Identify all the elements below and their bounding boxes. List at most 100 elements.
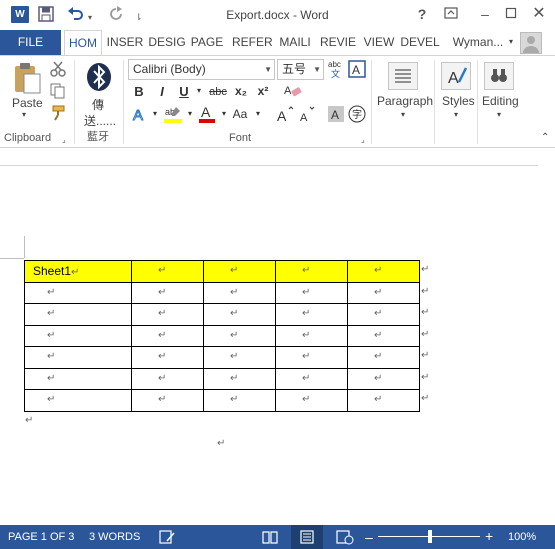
bluetooth-icon[interactable] — [85, 62, 113, 95]
document-area[interactable]: Sheet1↵ ↵ ↵ ↵ ↵ ↵ ↵ ↵ ↵ ↵ ↵ ↵ ↵ ↵ ↵ ↵ ↵ ↵ ↵ ↵ ↵ ↵ ↵ ↵ ↵ ↵ ↵ ↵ ↵ ↵ ↵ ↵ ↵ ↵… — [0, 148, 555, 525]
shrink-font-icon[interactable]: A — [298, 106, 316, 125]
tab-developer[interactable]: DEVEL — [400, 30, 440, 55]
table-cell[interactable]: ↵ — [275, 281, 348, 304]
paste-dropdown-icon[interactable]: ▾ — [22, 110, 26, 119]
character-shading-icon[interactable]: A — [328, 106, 344, 125]
paragraph-icon[interactable] — [388, 62, 418, 93]
page-count[interactable]: PAGE 1 OF 3 — [8, 531, 74, 543]
clear-formatting-icon[interactable]: A — [284, 83, 302, 102]
minimize-button[interactable]: – — [474, 5, 496, 23]
change-case-button[interactable]: Aa — [230, 107, 250, 121]
bluetooth-send-label-1[interactable]: 傳 — [92, 96, 104, 113]
format-painter-icon[interactable] — [50, 105, 66, 124]
table-cell[interactable]: ↵ — [347, 346, 420, 369]
table-cell[interactable]: ↵ — [203, 389, 276, 412]
paragraph-dropdown-icon[interactable]: ▾ — [401, 110, 405, 119]
table-cell[interactable]: ↵ — [131, 260, 204, 283]
table-cell[interactable]: ↵ — [275, 346, 348, 369]
table-cell[interactable]: ↵ — [203, 281, 276, 304]
styles-button[interactable]: Styles — [442, 94, 475, 108]
table-cell[interactable]: ↵ — [347, 389, 420, 412]
user-name[interactable]: Wyman... — [450, 30, 506, 55]
subscript-button[interactable]: x₂ — [233, 84, 249, 98]
table-cell[interactable]: ↵ — [24, 389, 132, 412]
vertical-scrollbar[interactable] — [538, 148, 555, 525]
print-layout-button[interactable] — [291, 525, 323, 549]
tab-view[interactable]: VIEW — [363, 30, 395, 55]
underline-button[interactable]: U — [176, 84, 192, 99]
superscript-button[interactable]: x² — [255, 84, 271, 98]
read-mode-icon[interactable] — [262, 529, 278, 548]
highlight-icon[interactable]: ab — [163, 104, 183, 127]
font-size-combo[interactable]: 五号 ▼ — [277, 59, 324, 80]
proofing-icon[interactable] — [159, 529, 175, 548]
tab-references[interactable]: REFER — [232, 30, 273, 55]
tab-design[interactable]: DESIG — [147, 30, 187, 55]
paragraph-button[interactable]: Paragraph — [377, 94, 433, 108]
tab-insert[interactable]: INSER — [106, 30, 144, 55]
table-cell[interactable]: ↵ — [347, 303, 420, 326]
zoom-in-button[interactable]: + — [485, 528, 493, 544]
font-name-combo[interactable]: Calibri (Body) ▼ — [128, 59, 275, 80]
table-cell[interactable]: ↵ — [203, 303, 276, 326]
table-cell[interactable]: ↵ — [347, 367, 420, 390]
table-cell[interactable]: ↵ — [203, 324, 276, 347]
font-launcher-icon[interactable]: ⌟ — [361, 135, 365, 144]
editing-button[interactable]: Editing — [482, 94, 519, 108]
table-cell[interactable]: ↵ — [131, 367, 204, 390]
table-cell[interactable]: ↵ — [24, 367, 132, 390]
table-cell[interactable]: ↵ — [203, 346, 276, 369]
collapse-ribbon-icon[interactable]: ⌃ — [541, 132, 549, 143]
table-cell[interactable]: ↵ — [203, 367, 276, 390]
table-cell[interactable]: ↵ — [275, 260, 348, 283]
styles-dropdown-icon[interactable]: ▾ — [454, 110, 458, 119]
table-cell[interactable]: Sheet1↵ — [24, 260, 132, 283]
tab-page[interactable]: PAGE — [189, 30, 225, 55]
avatar[interactable] — [520, 32, 542, 54]
character-border-icon[interactable]: A — [348, 60, 366, 81]
styles-icon[interactable]: A — [441, 62, 471, 93]
italic-button[interactable]: I — [154, 84, 170, 99]
table-cell[interactable]: ↵ — [131, 281, 204, 304]
table-cell[interactable]: ↵ — [24, 346, 132, 369]
table-cell[interactable]: ↵ — [24, 281, 132, 304]
clipboard-launcher-icon[interactable]: ⌟ — [62, 135, 66, 144]
phonetic-guide-icon[interactable]: abc 文 — [327, 58, 345, 81]
zoom-level[interactable]: 100% — [508, 531, 536, 543]
zoom-slider-thumb[interactable] — [428, 530, 432, 543]
table-cell[interactable]: ↵ — [275, 367, 348, 390]
grow-font-icon[interactable]: A — [276, 106, 294, 125]
table-cell[interactable]: ↵ — [131, 389, 204, 412]
table-cell[interactable]: ↵ — [24, 324, 132, 347]
user-dropdown-icon[interactable]: ▾ — [506, 30, 516, 55]
close-button[interactable]: ✕ — [528, 5, 550, 23]
chevron-down-icon[interactable]: ▼ — [313, 60, 321, 79]
web-layout-icon[interactable] — [336, 529, 354, 548]
highlight-dropdown-icon[interactable]: ▾ — [182, 109, 198, 118]
table-cell[interactable]: ↵ — [203, 260, 276, 283]
change-case-dropdown-icon[interactable]: ▾ — [250, 109, 266, 118]
word-count[interactable]: 3 WORDS — [89, 531, 140, 543]
chevron-down-icon[interactable]: ▼ — [264, 60, 272, 79]
zoom-out-button[interactable]: – — [365, 529, 373, 545]
document-table[interactable]: Sheet1↵ ↵ ↵ ↵ ↵ ↵ ↵ ↵ ↵ ↵ ↵ ↵ ↵ ↵ ↵ ↵ ↵ ↵ ↵ ↵ ↵ ↵ ↵ ↵ ↵ ↵ ↵ ↵ ↵ ↵ ↵ ↵ ↵ ↵… — [24, 260, 420, 412]
table-cell[interactable]: ↵ — [24, 303, 132, 326]
paste-button[interactable]: Paste — [12, 96, 43, 110]
table-cell[interactable]: ↵ — [131, 324, 204, 347]
enclose-characters-icon[interactable]: 字 — [348, 105, 366, 126]
copy-icon[interactable] — [50, 83, 66, 102]
table-cell[interactable]: ↵ — [275, 324, 348, 347]
ribbon-display-options-icon[interactable] — [440, 5, 462, 23]
bluetooth-send-label-2[interactable]: 送...... — [84, 112, 116, 129]
strikethrough-button[interactable]: abc — [207, 86, 229, 98]
table-cell[interactable]: ↵ — [131, 346, 204, 369]
tab-mailings[interactable]: MAILI — [276, 30, 314, 55]
table-cell[interactable]: ↵ — [275, 389, 348, 412]
tab-home[interactable]: HOM — [64, 30, 102, 56]
text-effects-dropdown-icon[interactable]: ▾ — [147, 109, 163, 118]
table-cell[interactable]: ↵ — [347, 324, 420, 347]
table-cell[interactable]: ↵ — [347, 260, 420, 283]
table-cell[interactable]: ↵ — [275, 303, 348, 326]
editing-dropdown-icon[interactable]: ▾ — [497, 110, 501, 119]
font-color-icon[interactable]: A — [198, 104, 216, 127]
